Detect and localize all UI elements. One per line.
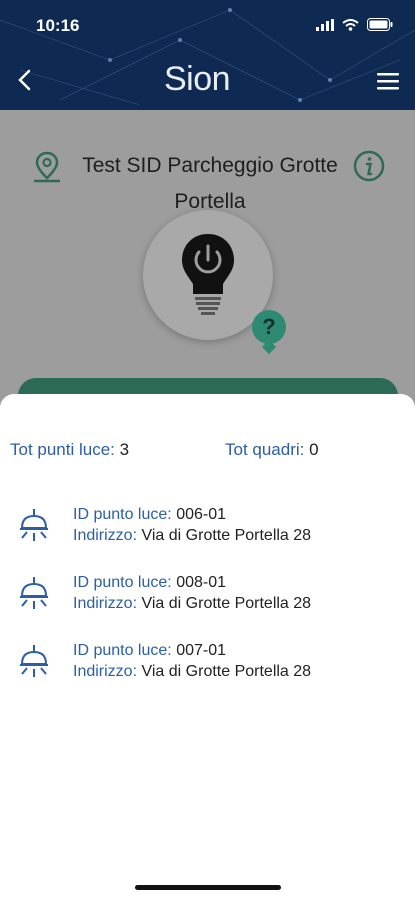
wifi-icon <box>342 18 359 31</box>
menu-icon[interactable] <box>377 72 399 90</box>
list-item[interactable]: ID punto luce: 006-01 Indirizzo: Via di … <box>0 502 415 570</box>
street-lamp-icon <box>20 509 48 541</box>
item-id: ID punto luce: 006-01 <box>73 506 227 523</box>
item-text: ID punto luce: 006-01 Indirizzo: Via di … <box>73 504 311 546</box>
signal-icon <box>316 18 334 31</box>
tot-punti-luce: Tot punti luce: 3 <box>10 440 130 459</box>
home-indicator[interactable] <box>135 885 281 890</box>
detail-background: Test SID Parcheggio Grotte Portella ? <box>0 110 415 410</box>
item-address: Indirizzo: Via di Grotte Portella 28 <box>73 527 312 544</box>
item-address: Indirizzo: Via di Grotte Portella 28 <box>73 663 312 680</box>
bottom-sheet: Tot punti luce: 3 Tot quadri: 0 ID punto… <box>0 394 415 900</box>
battery-icon <box>367 18 393 31</box>
bulb-power-icon <box>182 234 234 315</box>
app-header: 10:16 Sion <box>0 0 415 110</box>
status-time: 10:16 <box>36 16 80 35</box>
info-icon[interactable] <box>353 150 385 182</box>
light-point-list: ID punto luce: 006-01 Indirizzo: Via di … <box>0 502 415 706</box>
item-id: ID punto luce: 008-01 <box>73 574 227 591</box>
help-icon[interactable]: ? <box>252 310 286 344</box>
status-icons <box>316 18 393 31</box>
status-bar: 10:16 <box>0 16 415 38</box>
item-id: ID punto luce: 007-01 <box>73 642 227 659</box>
item-text: ID punto luce: 008-01 Indirizzo: Via di … <box>73 572 311 614</box>
item-address: Indirizzo: Via di Grotte Portella 28 <box>73 595 312 612</box>
app-logo: Sion <box>164 60 231 98</box>
list-item[interactable]: ID punto luce: 008-01 Indirizzo: Via di … <box>0 570 415 638</box>
street-lamp-icon <box>20 645 48 677</box>
item-text: ID punto luce: 007-01 Indirizzo: Via di … <box>73 640 311 682</box>
location-pin-icon <box>34 151 60 183</box>
list-item[interactable]: ID punto luce: 007-01 Indirizzo: Via di … <box>0 638 415 706</box>
location-row: Test SID Parcheggio Grotte Portella <box>0 128 415 213</box>
back-icon[interactable] <box>14 66 36 94</box>
tot-quadri: Tot quadri: 0 <box>225 440 319 459</box>
street-lamp-icon <box>20 577 48 609</box>
totals-row: Tot punti luce: 3 Tot quadri: 0 <box>10 440 405 462</box>
